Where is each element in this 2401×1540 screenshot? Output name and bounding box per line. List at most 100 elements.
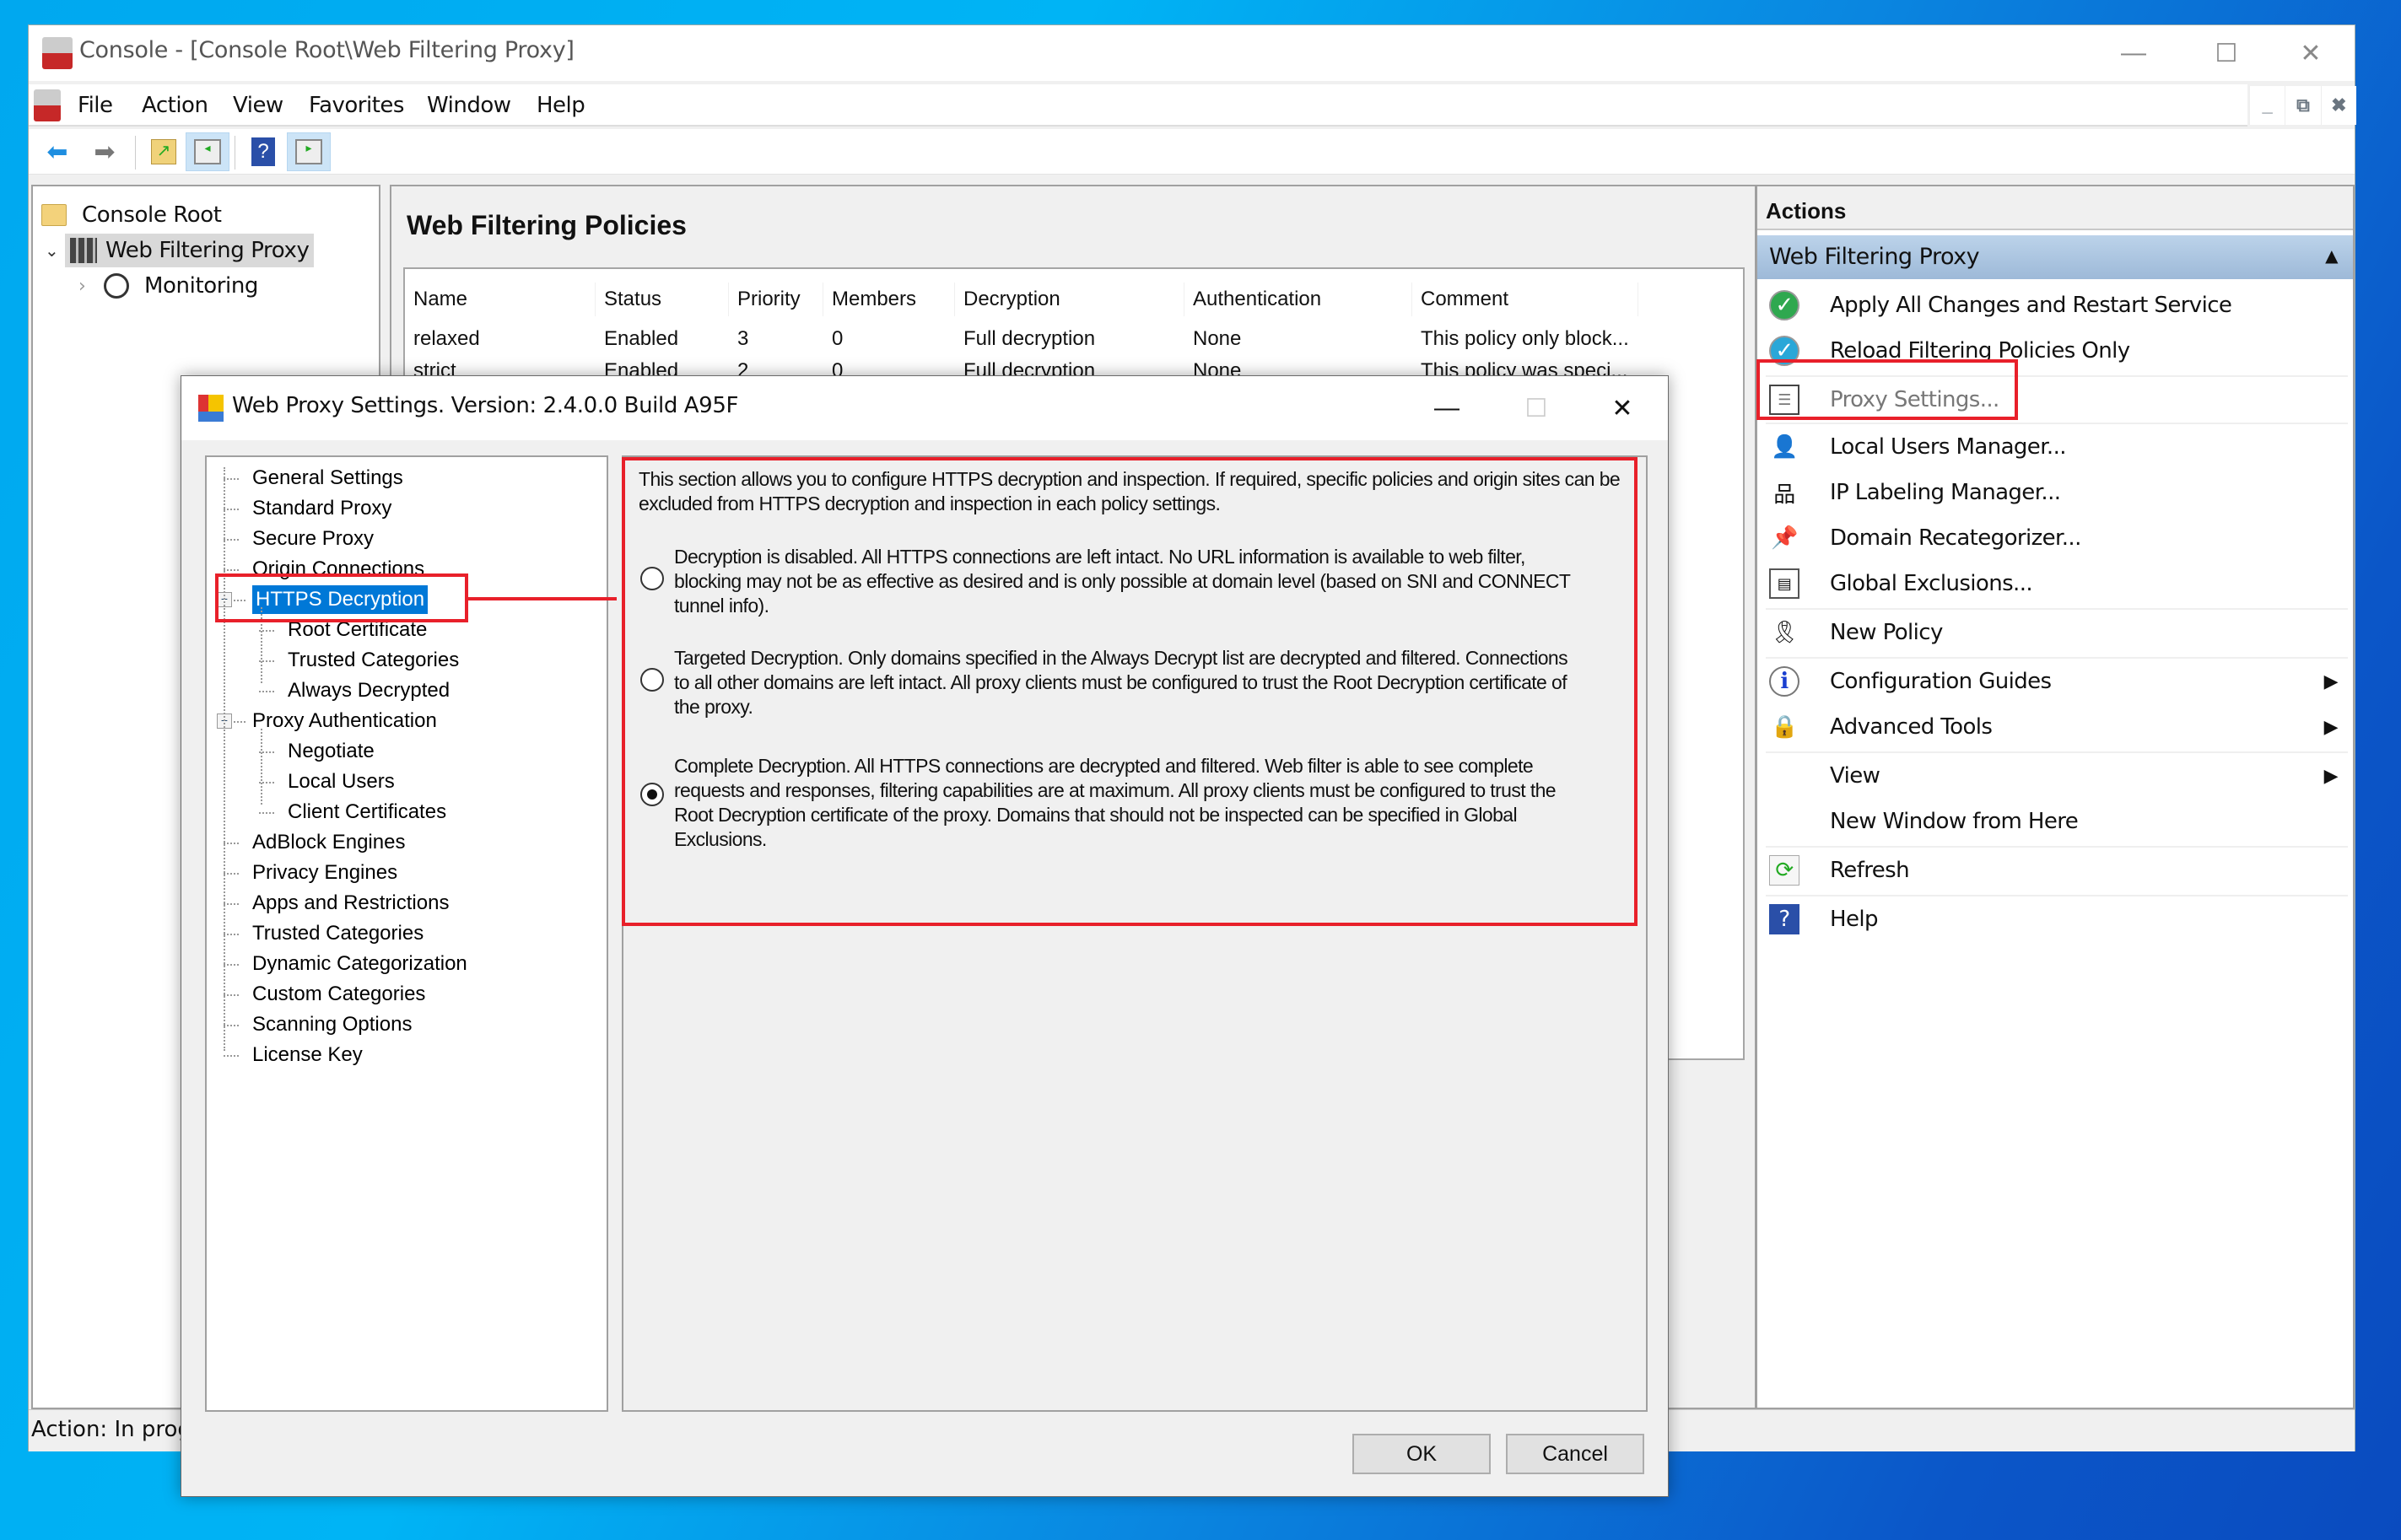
show-hide-action-pane-icon: ▸ — [295, 139, 322, 164]
tree-item-always-decrypted[interactable]: Always Decrypted — [288, 676, 450, 705]
tree-item-standard-proxy[interactable]: Standard Proxy — [252, 494, 391, 523]
collapse-triangle-icon[interactable]: ▲ — [2325, 245, 2338, 266]
tree-item-secure-proxy[interactable]: Secure Proxy — [252, 525, 374, 553]
column-header-comment[interactable]: Comment — [1412, 283, 1638, 316]
action-label: Local Users Manager... — [1830, 434, 2067, 460]
tree-item-trusted-categories[interactable]: Trusted Categories — [288, 646, 459, 675]
action-label: Global Exclusions... — [1830, 571, 2033, 596]
tree-item-proxy-authentication[interactable]: Proxy Authentication — [252, 707, 437, 735]
help-button[interactable]: ? — [241, 132, 285, 171]
tree-connector — [224, 467, 225, 1051]
tree-item-console-root[interactable]: Console Root — [41, 198, 222, 232]
toolbar: ⬅ ➡ ↗ ◂ ? ▸ — [29, 129, 2355, 175]
menu-file[interactable]: File — [78, 93, 113, 118]
proxy-server-icon — [70, 238, 97, 263]
menu-view[interactable]: View — [233, 93, 283, 118]
close-icon: ✕ — [2300, 39, 2322, 67]
tree-item-scanning-options[interactable]: Scanning Options — [252, 1010, 412, 1039]
action-apply-all-changes[interactable]: ✓ Apply All Changes and Restart Service — [1757, 283, 2353, 328]
menu-window[interactable]: Window — [427, 93, 511, 118]
maximize-button[interactable]: ☐ — [2180, 25, 2273, 81]
console-app-icon — [42, 37, 73, 69]
action-refresh[interactable]: ⟳ Refresh — [1757, 848, 2353, 893]
up-one-level-button[interactable]: ↗ — [142, 132, 186, 171]
tree-item-monitoring[interactable]: › Monitoring — [78, 269, 258, 303]
action-advanced-tools[interactable]: 🔒 Advanced Tools ▶ — [1757, 704, 2353, 750]
tree-item-trusted-categories[interactable]: Trusted Categories — [252, 919, 424, 948]
close-button[interactable]: ✕ — [2264, 25, 2357, 81]
action-label: Refresh — [1830, 858, 1910, 883]
table-row[interactable]: relaxed Enabled 3 0 Full decryption None… — [405, 323, 1743, 355]
tree-connector — [261, 729, 262, 805]
show-hide-action-pane-button[interactable]: ▸ — [287, 132, 331, 171]
tree-item-adblock-engines[interactable]: AdBlock Engines — [252, 828, 405, 857]
folder-icon — [41, 204, 67, 226]
mdi-restore-icon[interactable]: ⧉ — [2285, 86, 2320, 125]
submenu-arrow-icon: ▶ — [2323, 765, 2339, 787]
tree-connector — [224, 1025, 239, 1026]
menu-help[interactable]: Help — [537, 93, 585, 118]
cancel-button[interactable]: Cancel — [1506, 1434, 1644, 1474]
cell-decryption: Full decryption — [963, 327, 1096, 350]
tree-connector — [224, 994, 239, 996]
dialog-minimize-button[interactable]: — — [1403, 376, 1491, 440]
pin-icon: 📌 — [1771, 525, 1798, 551]
tree-item-local-users[interactable]: Local Users — [288, 767, 395, 796]
back-button[interactable]: ⬅ — [35, 132, 79, 171]
tree-item-general-settings[interactable]: General Settings — [252, 464, 403, 493]
tree-connector — [224, 934, 239, 935]
highlight-connector-line — [468, 597, 617, 600]
dialog-app-icon — [198, 395, 224, 422]
tree-item-custom-categories[interactable]: Custom Categories — [252, 980, 425, 1009]
chevron-down-icon[interactable]: ⌄ — [45, 240, 65, 261]
action-view[interactable]: View ▶ — [1757, 753, 2353, 799]
forward-button[interactable]: ➡ — [83, 132, 127, 171]
mmc-icon — [34, 89, 61, 121]
menu-action[interactable]: Action — [142, 93, 208, 118]
column-header-members[interactable]: Members — [823, 283, 955, 316]
action-domain-recategorizer[interactable]: 📌 Domain Recategorizer... — [1757, 515, 2353, 561]
dialog-close-button[interactable]: ✕ — [1578, 376, 1666, 440]
tree-item-client-certificates[interactable]: Client Certificates — [288, 798, 446, 827]
minimize-icon: — — [1434, 394, 1459, 422]
tree-connector — [224, 843, 239, 844]
action-new-policy[interactable]: 🎗 New Policy — [1757, 610, 2353, 655]
tree-item-negotiate[interactable]: Negotiate — [288, 737, 375, 766]
chevron-right-icon[interactable]: › — [78, 276, 104, 297]
action-global-exclusions[interactable]: ▤ Global Exclusions... — [1757, 561, 2353, 606]
action-label: Domain Recategorizer... — [1830, 525, 2081, 551]
tree-connector — [224, 478, 239, 480]
action-configuration-guides[interactable]: i Configuration Guides ▶ — [1757, 659, 2353, 704]
show-hide-tree-button[interactable]: ◂ — [186, 132, 229, 171]
tree-item-dynamic-categorization[interactable]: Dynamic Categorization — [252, 950, 467, 978]
blank-icon — [1769, 761, 1799, 791]
minimize-button[interactable]: — — [2087, 25, 2180, 81]
cell-comment: This policy only block... — [1421, 327, 1629, 350]
action-label: Help — [1830, 907, 1878, 932]
tree-item-privacy-engines[interactable]: Privacy Engines — [252, 859, 397, 887]
column-header-name[interactable]: Name — [405, 283, 596, 316]
console-title-bar: Console - [Console Root\Web Filtering Pr… — [29, 25, 2355, 81]
menu-favorites[interactable]: Favorites — [309, 93, 404, 118]
tree-item-apps-and-restrictions[interactable]: Apps and Restrictions — [252, 889, 449, 918]
action-local-users-manager[interactable]: 👤 Local Users Manager... — [1757, 424, 2353, 470]
tree-item-license-key[interactable]: License Key — [252, 1041, 363, 1069]
tree-connector — [259, 691, 274, 692]
mdi-minimize-icon[interactable]: _ — [2249, 86, 2285, 125]
column-header-decryption[interactable]: Decryption — [955, 283, 1184, 316]
column-header-priority[interactable]: Priority — [729, 283, 823, 316]
column-header-authentication[interactable]: Authentication — [1184, 283, 1412, 316]
ok-button[interactable]: OK — [1352, 1434, 1491, 1474]
action-help[interactable]: ? Help — [1757, 897, 2353, 942]
back-arrow-icon: ⬅ — [46, 137, 68, 166]
tree-item-web-filtering-proxy[interactable]: ⌄ Web Filtering Proxy — [45, 234, 315, 267]
column-header-status[interactable]: Status — [596, 283, 729, 316]
mdi-close-icon[interactable]: ✖ — [2320, 86, 2356, 125]
action-new-window-from-here[interactable]: New Window from Here — [1757, 799, 2353, 844]
cell-priority: 3 — [737, 327, 749, 350]
action-ip-labeling-manager[interactable]: 品 IP Labeling Manager... — [1757, 470, 2353, 515]
action-label: Apply All Changes and Restart Service — [1830, 293, 2232, 318]
tree-connector — [224, 509, 239, 510]
actions-section-web-filtering-proxy[interactable]: Web Filtering Proxy ▲ — [1757, 235, 2353, 279]
menu-bar: File Action View Favorites Window Help — [29, 84, 2247, 127]
